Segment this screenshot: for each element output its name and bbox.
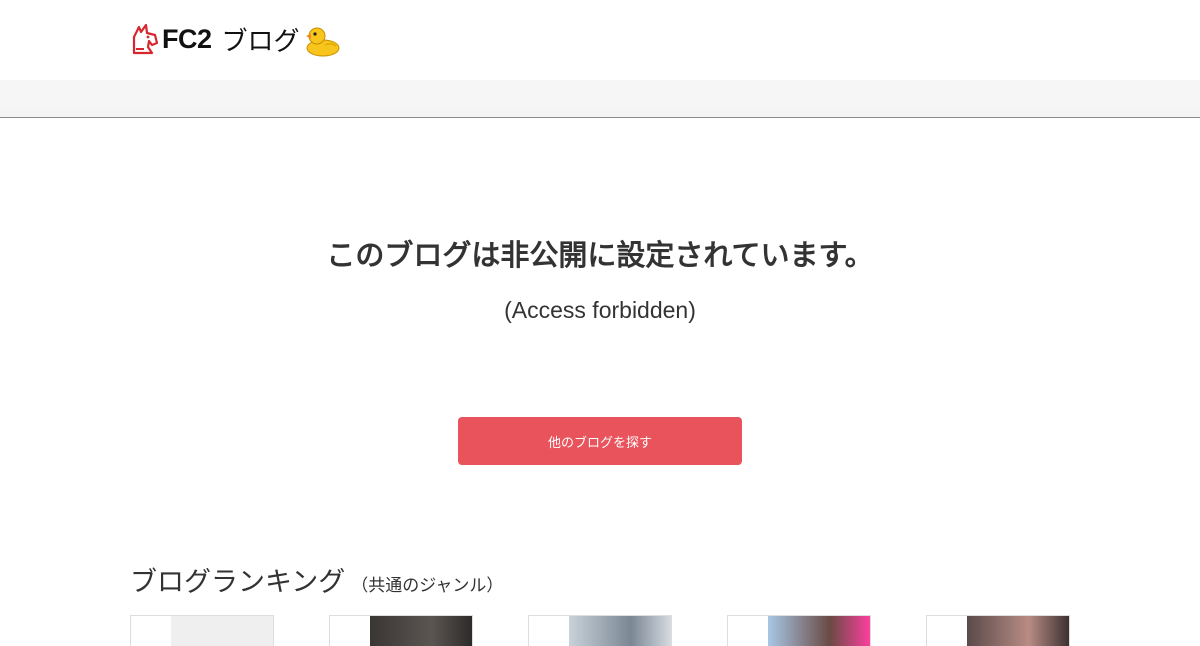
ranking-card[interactable] — [727, 615, 871, 646]
ranking-card[interactable] — [130, 615, 274, 646]
logo-fc2-text: FC2 — [162, 23, 212, 54]
ranking-subtitle: （共通のジャンル） — [351, 576, 504, 596]
ranking-title: ブログランキング — [130, 567, 346, 598]
ranking-card-thumbnail — [967, 616, 1069, 646]
sub-navigation-bar — [0, 80, 1200, 118]
duck-icon — [305, 27, 340, 57]
access-forbidden-text: (Access forbidden) — [504, 297, 696, 323]
ranking-card-thumbnail — [370, 616, 472, 646]
ranking-card[interactable] — [926, 615, 1070, 646]
logo-blog-text: ブログ — [221, 26, 300, 57]
fc2-unicorn-icon — [132, 23, 159, 55]
fc2-blog-logo[interactable]: FC2 ブログ — [130, 18, 341, 60]
sub-navigation-strip — [0, 80, 1200, 97]
ranking-card-thumbnail — [569, 616, 671, 646]
find-other-blogs-button[interactable]: 他のブログを探す — [458, 417, 742, 465]
ranking-heading: ブログランキング （共通のジャンル） — [130, 560, 503, 599]
site-header: FC2 ブログ — [0, 0, 1200, 80]
ranking-card[interactable] — [329, 615, 473, 646]
ranking-cards — [130, 615, 1070, 646]
ranking-card-thumbnail — [171, 616, 273, 646]
page-title: このブログは非公開に設定されています。 — [326, 238, 874, 272]
ranking-card-thumbnail — [768, 616, 870, 646]
ranking-card[interactable] — [528, 615, 672, 646]
